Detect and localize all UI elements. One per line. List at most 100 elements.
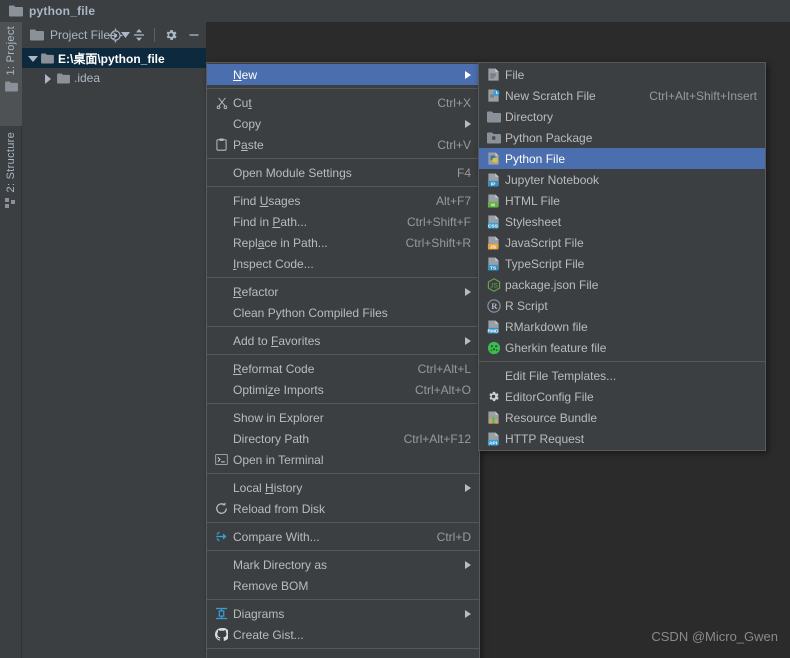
menu-item-label: Reload from Disk	[233, 501, 326, 516]
menu-item-label: Refactor	[233, 284, 279, 299]
new-item-http-request[interactable]: API HTTP Request	[479, 428, 765, 449]
new-item-python-file[interactable]: Python File	[479, 148, 765, 169]
new-item-gherkin-feature-file[interactable]: Gherkin feature file	[479, 337, 765, 358]
menu-item-label: HTML File	[505, 193, 560, 208]
menu-item-shortcut: Alt+F7	[435, 193, 471, 208]
locate-icon[interactable]	[105, 25, 126, 46]
new-item-package-json-file[interactable]: JS package.json File	[479, 274, 765, 295]
github-icon	[213, 628, 230, 641]
chevron-right-icon[interactable]	[44, 73, 53, 84]
jupyter-icon: IP	[485, 172, 502, 187]
menu-item-replace-in-path[interactable]: Replace in Path... Ctrl+Shift+R	[207, 232, 479, 253]
new-item-python-package[interactable]: Python Package	[479, 127, 765, 148]
new-item-editorconfig-file[interactable]: EditorConfig File	[479, 386, 765, 407]
menu-item-new[interactable]: New	[207, 64, 479, 85]
menu-item-mark-directory-as[interactable]: Mark Directory as	[207, 554, 479, 575]
resource-bundle-icon	[485, 410, 502, 425]
menu-item-show-in-explorer[interactable]: Show in Explorer	[207, 407, 479, 428]
tree-node-root[interactable]: E:\桌面\python_file	[22, 48, 206, 68]
menu-item-shortcut: Ctrl+Alt+L	[417, 361, 471, 376]
menu-item-reformat-code[interactable]: Reformat Code Ctrl+Alt+L	[207, 358, 479, 379]
menu-item-directory-path[interactable]: Directory Path Ctrl+Alt+F12	[207, 428, 479, 449]
settings-gear-icon[interactable]	[160, 25, 181, 46]
menu-item-label: Python Package	[505, 130, 593, 145]
chevron-right-icon	[461, 483, 471, 493]
menu-item-find-in-path[interactable]: Find in Path... Ctrl+Shift+F	[207, 211, 479, 232]
menu-item-label: Jupyter Notebook	[505, 172, 600, 187]
menu-item-refactor[interactable]: Refactor	[207, 281, 479, 302]
menu-item-paste[interactable]: Paste Ctrl+V	[207, 134, 479, 155]
menu-item-label: TypeScript File	[505, 256, 585, 271]
menu-item-open-in-terminal[interactable]: Open in Terminal	[207, 449, 479, 470]
new-item-edit-file-templates[interactable]: Edit File Templates...	[479, 365, 765, 386]
new-item-new-scratch-file[interactable]: New Scratch File Ctrl+Alt+Shift+Insert	[479, 85, 765, 106]
tool-window-stripe: 1: Project 2: Structure	[0, 22, 22, 658]
nodejs-icon: JS	[485, 277, 502, 292]
new-item-stylesheet[interactable]: CSS Stylesheet	[479, 211, 765, 232]
menu-item-optimize-imports[interactable]: Optimize Imports Ctrl+Alt+O	[207, 379, 479, 400]
menu-item-cut[interactable]: Cut Ctrl+X	[207, 92, 479, 113]
context-menu: New Cut Ctrl+X Copy Paste Ctrl+V Open Module S…	[206, 62, 480, 658]
menu-item-compare-with[interactable]: Compare With... Ctrl+D	[207, 526, 479, 547]
menu-item-label: Stylesheet	[505, 214, 562, 229]
new-item-directory[interactable]: Directory	[479, 106, 765, 127]
menu-item-add-to-favorites[interactable]: Add to Favorites	[207, 330, 479, 351]
menu-item-shortcut: Ctrl+Alt+O	[414, 382, 471, 397]
menu-item-label: Gherkin feature file	[505, 340, 607, 355]
svg-text:API: API	[489, 440, 498, 445]
new-item-rmarkdown-file[interactable]: RMD RMarkdown file	[479, 316, 765, 337]
new-item-javascript-file[interactable]: JS JavaScript File	[479, 232, 765, 253]
menu-item-label: R Script	[505, 298, 548, 313]
menu-item-label: Reformat Code	[233, 361, 315, 376]
python-file-icon	[485, 151, 502, 166]
menu-item-find-usages[interactable]: Find Usages Alt+F7	[207, 190, 479, 211]
menu-item-label: Open in Terminal	[233, 452, 324, 467]
new-item-resource-bundle[interactable]: Resource Bundle	[479, 407, 765, 428]
menu-item-label: Local History	[233, 480, 303, 495]
chevron-right-icon	[461, 70, 471, 80]
terminal-icon	[213, 454, 230, 465]
menu-separator	[207, 186, 479, 187]
new-item-file[interactable]: File	[479, 64, 765, 85]
collapse-all-icon[interactable]	[128, 25, 149, 46]
menu-item-label: Compare With...	[233, 529, 320, 544]
svg-text:TS: TS	[490, 265, 497, 270]
hide-panel-icon[interactable]	[183, 25, 204, 46]
rmarkdown-icon: RMD	[485, 319, 502, 334]
folder-icon	[41, 52, 54, 64]
menu-item-copy[interactable]: Copy	[207, 113, 479, 134]
menu-item-local-history[interactable]: Local History	[207, 477, 479, 498]
menu-item-label: Open Module Settings	[233, 165, 352, 180]
menu-item-label: New Scratch File	[505, 88, 596, 103]
menu-separator	[207, 599, 479, 600]
menu-item-label: EditorConfig File	[505, 389, 594, 404]
folder-icon	[485, 111, 502, 123]
menu-item-inspect-code[interactable]: Inspect Code...	[207, 253, 479, 274]
pycharm-window: python_file 1: Project 2: Structure Proj…	[0, 0, 790, 658]
tree-node-idea[interactable]: .idea	[22, 68, 206, 88]
new-item-jupyter-notebook[interactable]: IP Jupyter Notebook	[479, 169, 765, 190]
new-item-r-script[interactable]: R R Script	[479, 295, 765, 316]
menu-item-shortcut: Ctrl+X	[437, 95, 471, 110]
new-item-typescript-file[interactable]: TS TypeScript File	[479, 253, 765, 274]
menu-item-clean-python-compiled-files[interactable]: Clean Python Compiled Files	[207, 302, 479, 323]
menu-item-label: Directory	[505, 109, 554, 124]
svg-text:R: R	[491, 301, 498, 311]
menu-item-open-module-settings[interactable]: Open Module Settings F4	[207, 162, 479, 183]
menu-item-shortcut: Ctrl+V	[437, 137, 471, 152]
menu-item-label: Paste	[233, 137, 264, 152]
new-item-html-file[interactable]: H HTML File	[479, 190, 765, 211]
menu-item-diagrams[interactable]: Diagrams	[207, 603, 479, 624]
gear-icon	[485, 390, 502, 403]
menu-item-remove-bom[interactable]: Remove BOM	[207, 575, 479, 596]
menu-item-label: Replace in Path...	[233, 235, 328, 250]
stripe-button-structure[interactable]: 2: Structure	[0, 128, 22, 238]
refresh-icon	[213, 502, 230, 515]
chevron-down-icon[interactable]	[28, 54, 38, 63]
chevron-right-icon	[461, 560, 471, 570]
menu-item-create-gist[interactable]: Create Gist...	[207, 624, 479, 645]
scissors-icon	[213, 97, 230, 109]
diagram-icon	[213, 607, 230, 620]
menu-item-reload-from-disk[interactable]: Reload from Disk	[207, 498, 479, 519]
stripe-button-project[interactable]: 1: Project	[0, 22, 22, 126]
